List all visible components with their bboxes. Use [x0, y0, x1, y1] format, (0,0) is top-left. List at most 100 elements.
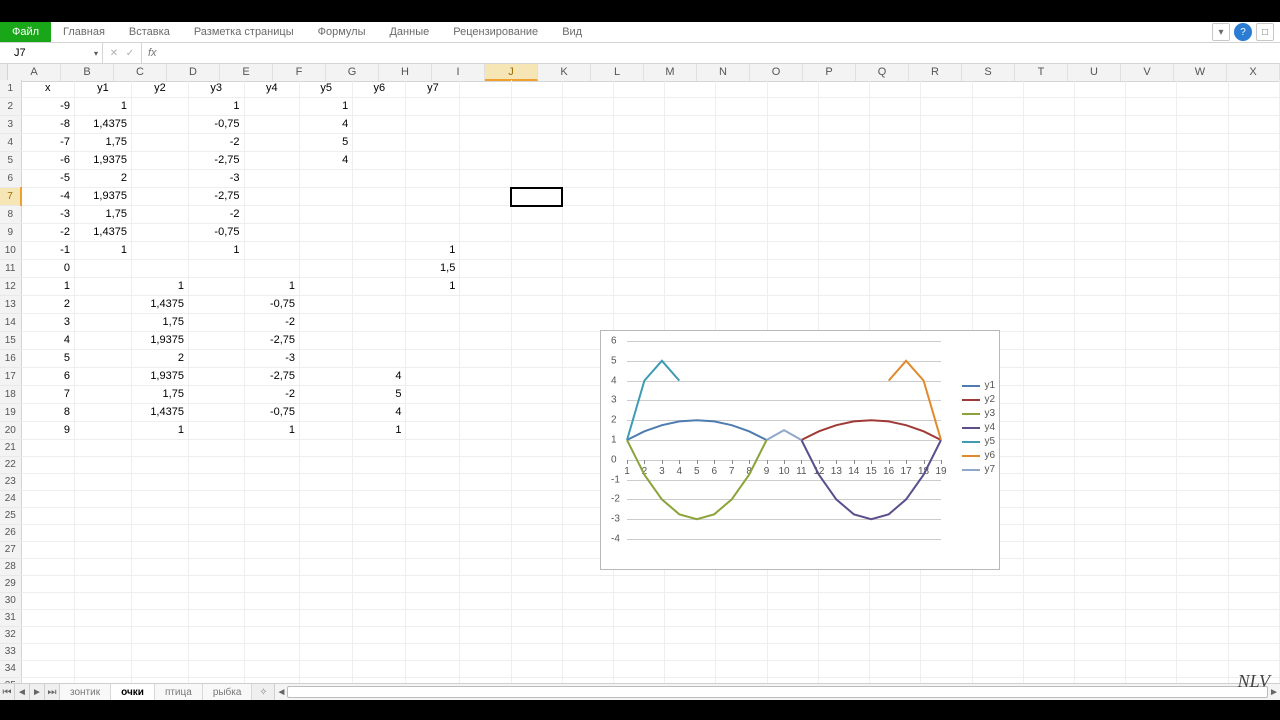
cell[interactable]: -3 [21, 206, 74, 224]
cell[interactable] [1228, 350, 1279, 368]
cell[interactable] [188, 661, 244, 678]
row-header[interactable]: 8 [0, 206, 21, 224]
cell[interactable] [406, 474, 460, 491]
cell[interactable] [460, 422, 511, 440]
cell[interactable] [511, 627, 562, 644]
cell[interactable]: 6 [21, 368, 74, 386]
cell[interactable] [74, 260, 131, 278]
cell[interactable] [244, 542, 300, 559]
cell[interactable] [921, 80, 972, 98]
cell[interactable] [406, 457, 460, 474]
cell[interactable] [406, 661, 460, 678]
cell[interactable] [460, 404, 511, 422]
cell[interactable] [1023, 422, 1074, 440]
ribbon-collapse-icon[interactable]: ▾ [1212, 23, 1230, 41]
cell[interactable] [613, 593, 664, 610]
cell[interactable] [1126, 80, 1177, 98]
cell[interactable] [300, 188, 353, 206]
cell[interactable] [1126, 314, 1177, 332]
cell[interactable] [511, 508, 562, 525]
new-sheet-icon[interactable]: ✧ [252, 684, 274, 700]
cell[interactable] [562, 644, 613, 661]
cell[interactable] [562, 80, 613, 98]
cell[interactable] [511, 661, 562, 678]
cell[interactable] [1177, 576, 1228, 593]
cell[interactable] [870, 152, 921, 170]
cell[interactable] [1177, 332, 1228, 350]
cell[interactable] [1177, 593, 1228, 610]
cell[interactable] [972, 627, 1023, 644]
cell[interactable] [244, 576, 300, 593]
cell[interactable] [21, 661, 74, 678]
row-header[interactable]: 26 [0, 525, 21, 542]
cell[interactable]: -2,75 [188, 152, 244, 170]
cell[interactable] [353, 457, 406, 474]
cell[interactable] [131, 525, 188, 542]
ribbon-tab[interactable]: Вид [550, 22, 594, 42]
cell[interactable] [188, 593, 244, 610]
row-header[interactable]: 6 [0, 170, 21, 188]
cell[interactable] [1023, 661, 1074, 678]
cell[interactable] [562, 576, 613, 593]
cell[interactable] [406, 350, 460, 368]
cell[interactable] [1023, 440, 1074, 457]
cell[interactable] [921, 661, 972, 678]
column-header[interactable]: W [1174, 64, 1227, 81]
cell[interactable] [353, 644, 406, 661]
row-header[interactable]: 7 [0, 188, 21, 206]
cell[interactable] [818, 314, 869, 332]
cell[interactable] [1023, 627, 1074, 644]
cell[interactable] [1228, 644, 1279, 661]
cell[interactable] [353, 627, 406, 644]
cell[interactable] [1074, 474, 1125, 491]
cell[interactable] [716, 296, 767, 314]
cell[interactable] [1126, 644, 1177, 661]
cell[interactable] [131, 559, 188, 576]
cell[interactable] [131, 206, 188, 224]
cell[interactable] [1228, 188, 1279, 206]
sheet-nav[interactable]: ⏮ ◄ ► ⏭ [0, 684, 60, 700]
cell[interactable] [74, 296, 131, 314]
cell[interactable] [460, 116, 511, 134]
row-header[interactable]: 15 [0, 332, 21, 350]
cell[interactable] [21, 576, 74, 593]
cell[interactable] [665, 278, 716, 296]
cell[interactable] [300, 242, 353, 260]
cell[interactable] [460, 98, 511, 116]
cell[interactable]: 1 [131, 422, 188, 440]
cell[interactable] [1177, 98, 1228, 116]
cell[interactable] [300, 350, 353, 368]
cell[interactable] [300, 278, 353, 296]
cell[interactable] [353, 576, 406, 593]
cell[interactable] [244, 152, 300, 170]
cell[interactable]: -1 [21, 242, 74, 260]
cell[interactable] [300, 224, 353, 242]
cell[interactable] [1126, 278, 1177, 296]
cell[interactable] [972, 188, 1023, 206]
cell[interactable] [1074, 188, 1125, 206]
cell[interactable] [353, 170, 406, 188]
cell[interactable]: 1,4375 [131, 404, 188, 422]
cell[interactable] [74, 404, 131, 422]
cell[interactable] [406, 576, 460, 593]
cell[interactable] [1023, 474, 1074, 491]
select-all-corner[interactable] [0, 64, 8, 81]
sheet-tab[interactable]: рыбка [203, 684, 253, 700]
cell[interactable] [1023, 386, 1074, 404]
cell[interactable] [1177, 134, 1228, 152]
cell[interactable]: 4 [300, 116, 353, 134]
cell[interactable]: -2,75 [244, 368, 300, 386]
cell[interactable] [1074, 368, 1125, 386]
cell[interactable] [460, 576, 511, 593]
row-header[interactable]: 4 [0, 134, 21, 152]
cell[interactable] [131, 661, 188, 678]
cell[interactable] [1023, 242, 1074, 260]
cell[interactable] [562, 278, 613, 296]
cell[interactable] [818, 134, 869, 152]
cell[interactable]: 1,9375 [131, 332, 188, 350]
cell[interactable] [1023, 350, 1074, 368]
cell[interactable] [921, 260, 972, 278]
cell[interactable] [1228, 525, 1279, 542]
cell[interactable] [74, 661, 131, 678]
cell[interactable] [870, 296, 921, 314]
